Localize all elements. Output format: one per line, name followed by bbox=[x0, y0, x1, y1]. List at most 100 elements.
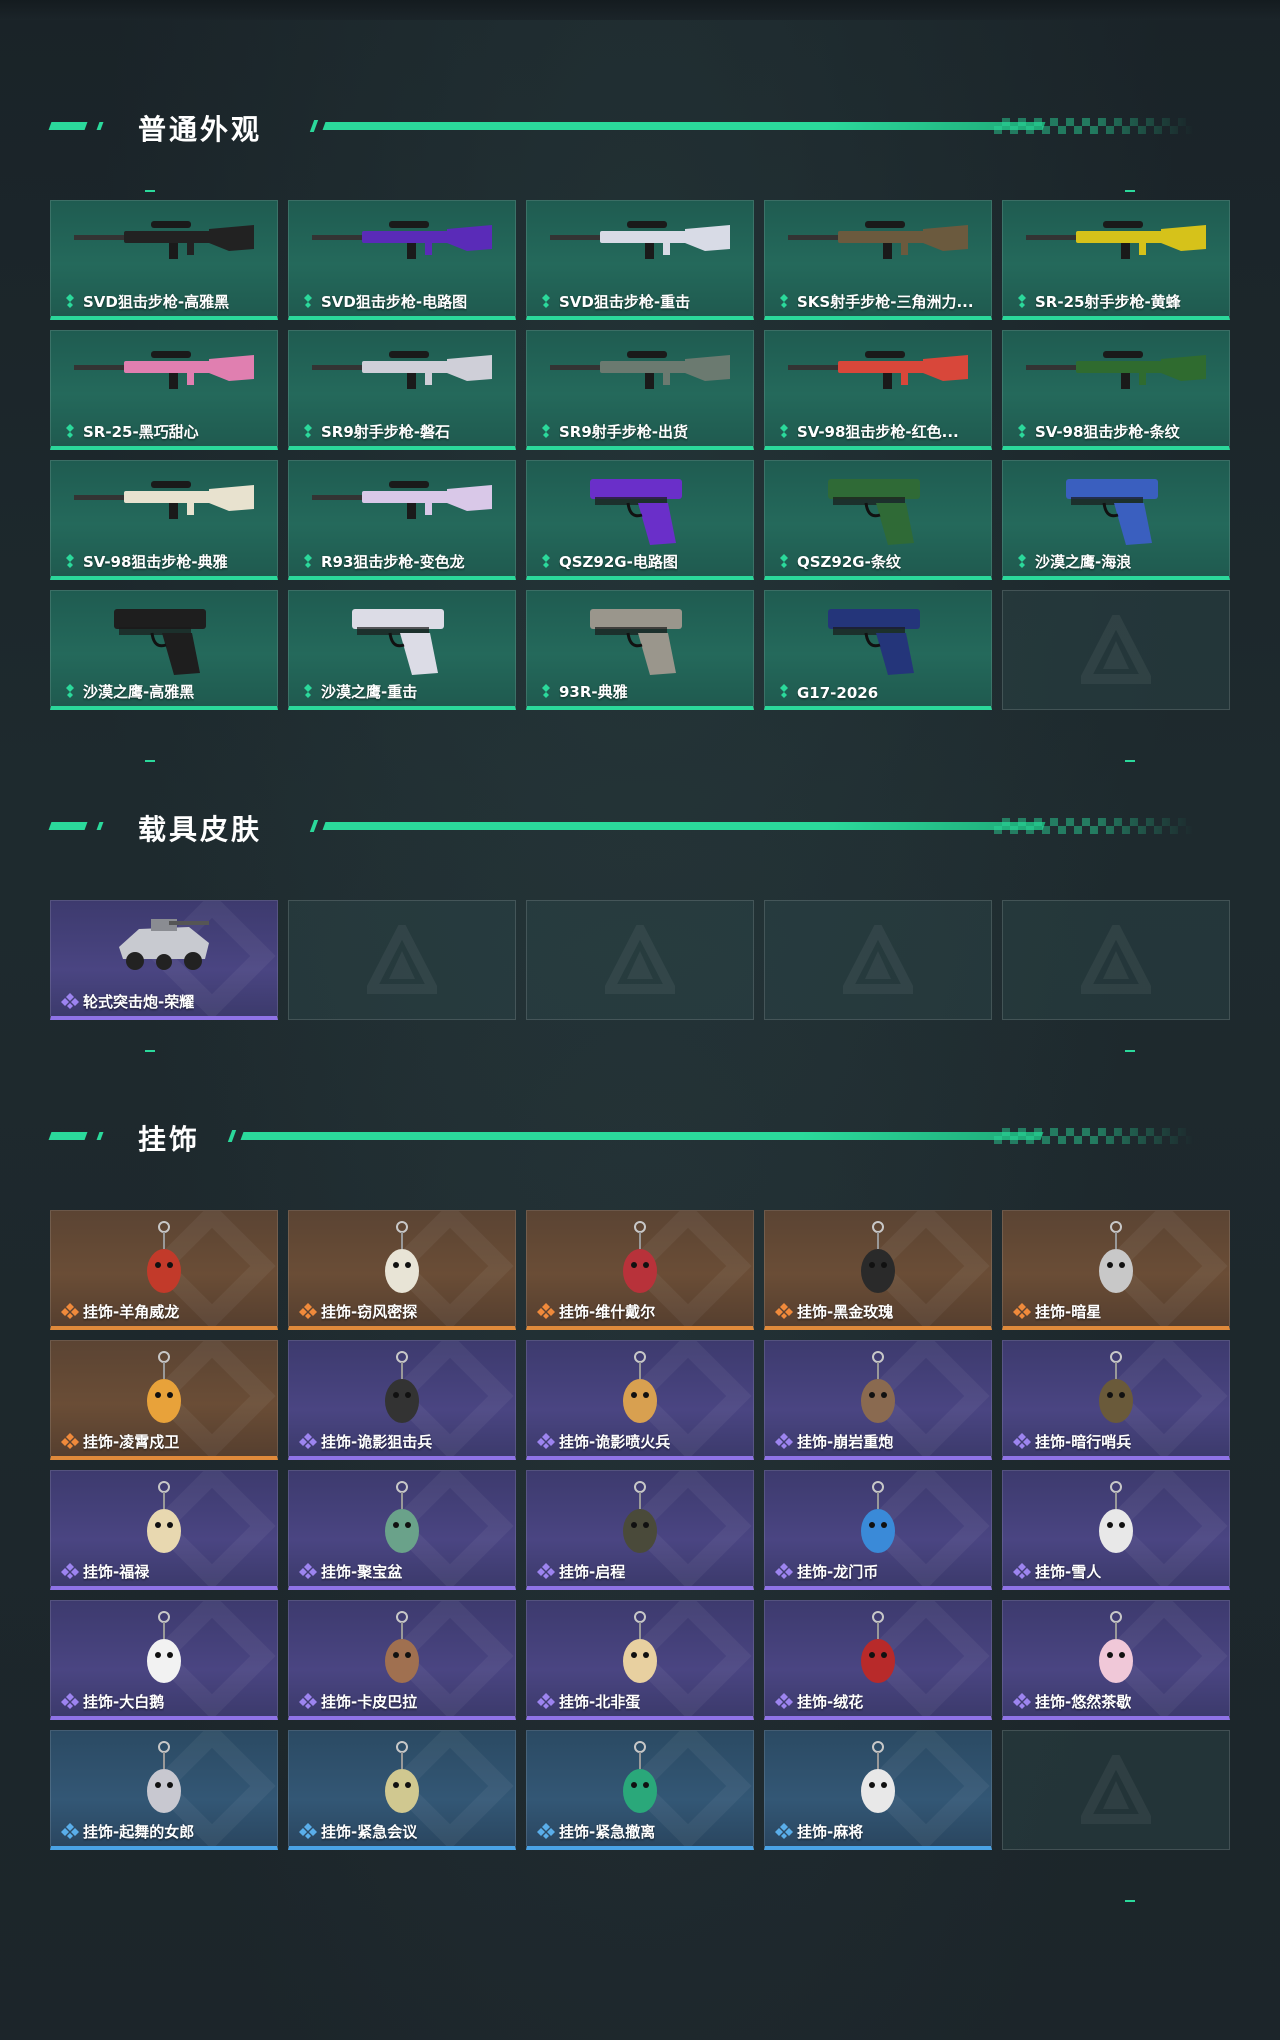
empty-slot bbox=[288, 900, 516, 1020]
item-card[interactable]: SR-25-黑巧甜心 bbox=[50, 330, 278, 450]
item-card[interactable]: 挂饰-悠然茶歇 bbox=[1002, 1600, 1230, 1720]
item-card[interactable]: SR9射手步枪-磐石 bbox=[288, 330, 516, 450]
item-card[interactable]: SKS射手步枪-三角洲力... bbox=[764, 200, 992, 320]
item-card[interactable]: 挂饰-龙门币 bbox=[764, 1470, 992, 1590]
quality-icon bbox=[299, 1433, 317, 1449]
item-card[interactable]: 挂饰-大白鹅 bbox=[50, 1600, 278, 1720]
item-image bbox=[818, 469, 938, 553]
item-label: QSZ92G-电路图 bbox=[559, 553, 678, 571]
item-label: SV-98狙击步枪-红色... bbox=[797, 423, 959, 441]
item-card[interactable]: 挂饰-启程 bbox=[526, 1470, 754, 1590]
quality-icon bbox=[299, 1303, 317, 1319]
item-card[interactable]: 挂饰-暗行哨兵 bbox=[1002, 1340, 1230, 1460]
empty-slot bbox=[1002, 900, 1230, 1020]
item-image bbox=[134, 1219, 194, 1313]
charm-grid: 挂饰-羊角威龙 挂饰-窃风密探 挂饰-维什戴尔 挂饰-黑金玫瑰 挂饰-暗星 挂饰… bbox=[50, 1210, 1230, 1850]
vehicle-icon bbox=[119, 919, 209, 970]
quality-icon bbox=[61, 1563, 79, 1579]
charm-icon bbox=[147, 1351, 181, 1423]
item-card[interactable]: 挂饰-维什戴尔 bbox=[526, 1210, 754, 1330]
rifle-icon bbox=[788, 351, 968, 389]
header-accent-bar bbox=[48, 122, 88, 130]
rifle-icon bbox=[550, 221, 730, 259]
item-card[interactable]: SR9射手步枪-出货 bbox=[526, 330, 754, 450]
item-label: 沙漠之鹰-高雅黑 bbox=[83, 683, 195, 701]
header-accent-bar bbox=[48, 822, 88, 830]
item-card[interactable]: 轮式突击炮-荣耀 bbox=[50, 900, 278, 1020]
item-card[interactable]: SVD狙击步枪-重击 bbox=[526, 200, 754, 320]
item-image bbox=[1056, 469, 1176, 553]
item-label: 挂饰-北非蛋 bbox=[559, 1693, 641, 1711]
item-image bbox=[372, 1349, 432, 1443]
item-card[interactable]: 挂饰-起舞的女郎 bbox=[50, 1730, 278, 1850]
item-card[interactable]: 沙漠之鹰-重击 bbox=[288, 590, 516, 710]
item-card[interactable]: 挂饰-聚宝盆 bbox=[288, 1470, 516, 1590]
item-image bbox=[134, 1349, 194, 1443]
charm-icon bbox=[861, 1611, 895, 1683]
item-image bbox=[372, 1739, 432, 1833]
item-card[interactable]: 沙漠之鹰-海浪 bbox=[1002, 460, 1230, 580]
charm-icon bbox=[1099, 1481, 1133, 1553]
quality-icon bbox=[537, 1823, 555, 1839]
section-title: 载具皮肤 bbox=[138, 813, 263, 846]
item-image bbox=[610, 1609, 670, 1703]
placeholder-logo-icon bbox=[1081, 1755, 1151, 1824]
item-card[interactable]: 93R-典雅 bbox=[526, 590, 754, 710]
item-image bbox=[848, 1219, 908, 1313]
item-card[interactable]: 挂饰-凌霄戍卫 bbox=[50, 1340, 278, 1460]
item-image bbox=[580, 469, 700, 553]
item-card[interactable]: SR-25射手步枪-黄蜂 bbox=[1002, 200, 1230, 320]
item-image bbox=[307, 209, 497, 273]
item-image bbox=[69, 339, 259, 403]
item-label: 挂饰-诡影喷火兵 bbox=[559, 1433, 671, 1451]
placeholder-logo-icon bbox=[1081, 615, 1151, 684]
item-card[interactable]: 挂饰-窃风密探 bbox=[288, 1210, 516, 1330]
item-card[interactable]: 挂饰-羊角威龙 bbox=[50, 1210, 278, 1330]
item-label: SV-98狙击步枪-典雅 bbox=[83, 553, 228, 571]
item-card[interactable]: 沙漠之鹰-高雅黑 bbox=[50, 590, 278, 710]
item-image bbox=[818, 599, 938, 683]
item-image bbox=[307, 339, 497, 403]
item-card[interactable]: SV-98狙击步枪-条纹 bbox=[1002, 330, 1230, 450]
item-card[interactable]: SVD狙击步枪-电路图 bbox=[288, 200, 516, 320]
item-card[interactable]: 挂饰-紧急会议 bbox=[288, 1730, 516, 1850]
item-card[interactable]: 挂饰-诡影狙击兵 bbox=[288, 1340, 516, 1460]
quality-icon bbox=[304, 684, 312, 698]
item-card[interactable]: SV-98狙击步枪-典雅 bbox=[50, 460, 278, 580]
item-label: SVD狙击步枪-重击 bbox=[559, 293, 691, 311]
quality-icon bbox=[61, 1823, 79, 1839]
rifle-icon bbox=[74, 351, 254, 389]
item-card[interactable]: QSZ92G-电路图 bbox=[526, 460, 754, 580]
item-card[interactable]: 挂饰-紧急撤离 bbox=[526, 1730, 754, 1850]
quality-icon bbox=[1013, 1433, 1031, 1449]
item-card[interactable]: SV-98狙击步枪-红色... bbox=[764, 330, 992, 450]
item-card[interactable]: 挂饰-麻将 bbox=[764, 1730, 992, 1850]
item-card[interactable]: SVD狙击步枪-高雅黑 bbox=[50, 200, 278, 320]
vehicle-skin-grid: 轮式突击炮-荣耀 bbox=[50, 900, 1230, 1020]
item-card[interactable]: G17-2026 bbox=[764, 590, 992, 710]
quality-icon bbox=[66, 554, 74, 568]
item-card[interactable]: 挂饰-卡皮巴拉 bbox=[288, 1600, 516, 1720]
quality-icon bbox=[1013, 1563, 1031, 1579]
item-image bbox=[610, 1479, 670, 1573]
item-card[interactable]: 挂饰-暗星 bbox=[1002, 1210, 1230, 1330]
item-card[interactable]: 挂饰-福禄 bbox=[50, 1470, 278, 1590]
item-image bbox=[580, 599, 700, 683]
item-card[interactable]: 挂饰-黑金玫瑰 bbox=[764, 1210, 992, 1330]
item-card[interactable]: 挂饰-诡影喷火兵 bbox=[526, 1340, 754, 1460]
pistol-icon bbox=[590, 609, 682, 675]
item-card[interactable]: 挂饰-北非蛋 bbox=[526, 1600, 754, 1720]
rifle-icon bbox=[1026, 351, 1206, 389]
quality-icon bbox=[537, 1433, 555, 1449]
item-label: 沙漠之鹰-海浪 bbox=[1035, 553, 1132, 571]
quality-icon bbox=[780, 294, 788, 308]
item-label: 挂饰-绒花 bbox=[797, 1693, 864, 1711]
item-card[interactable]: R93狙击步枪-变色龙 bbox=[288, 460, 516, 580]
item-card[interactable]: 挂饰-绒花 bbox=[764, 1600, 992, 1720]
charm-icon bbox=[861, 1481, 895, 1553]
item-card[interactable]: 挂饰-雪人 bbox=[1002, 1470, 1230, 1590]
item-card[interactable]: 挂饰-崩岩重炮 bbox=[764, 1340, 992, 1460]
item-label: 挂饰-崩岩重炮 bbox=[797, 1433, 894, 1451]
item-card[interactable]: QSZ92G-条纹 bbox=[764, 460, 992, 580]
rifle-icon bbox=[1026, 221, 1206, 259]
